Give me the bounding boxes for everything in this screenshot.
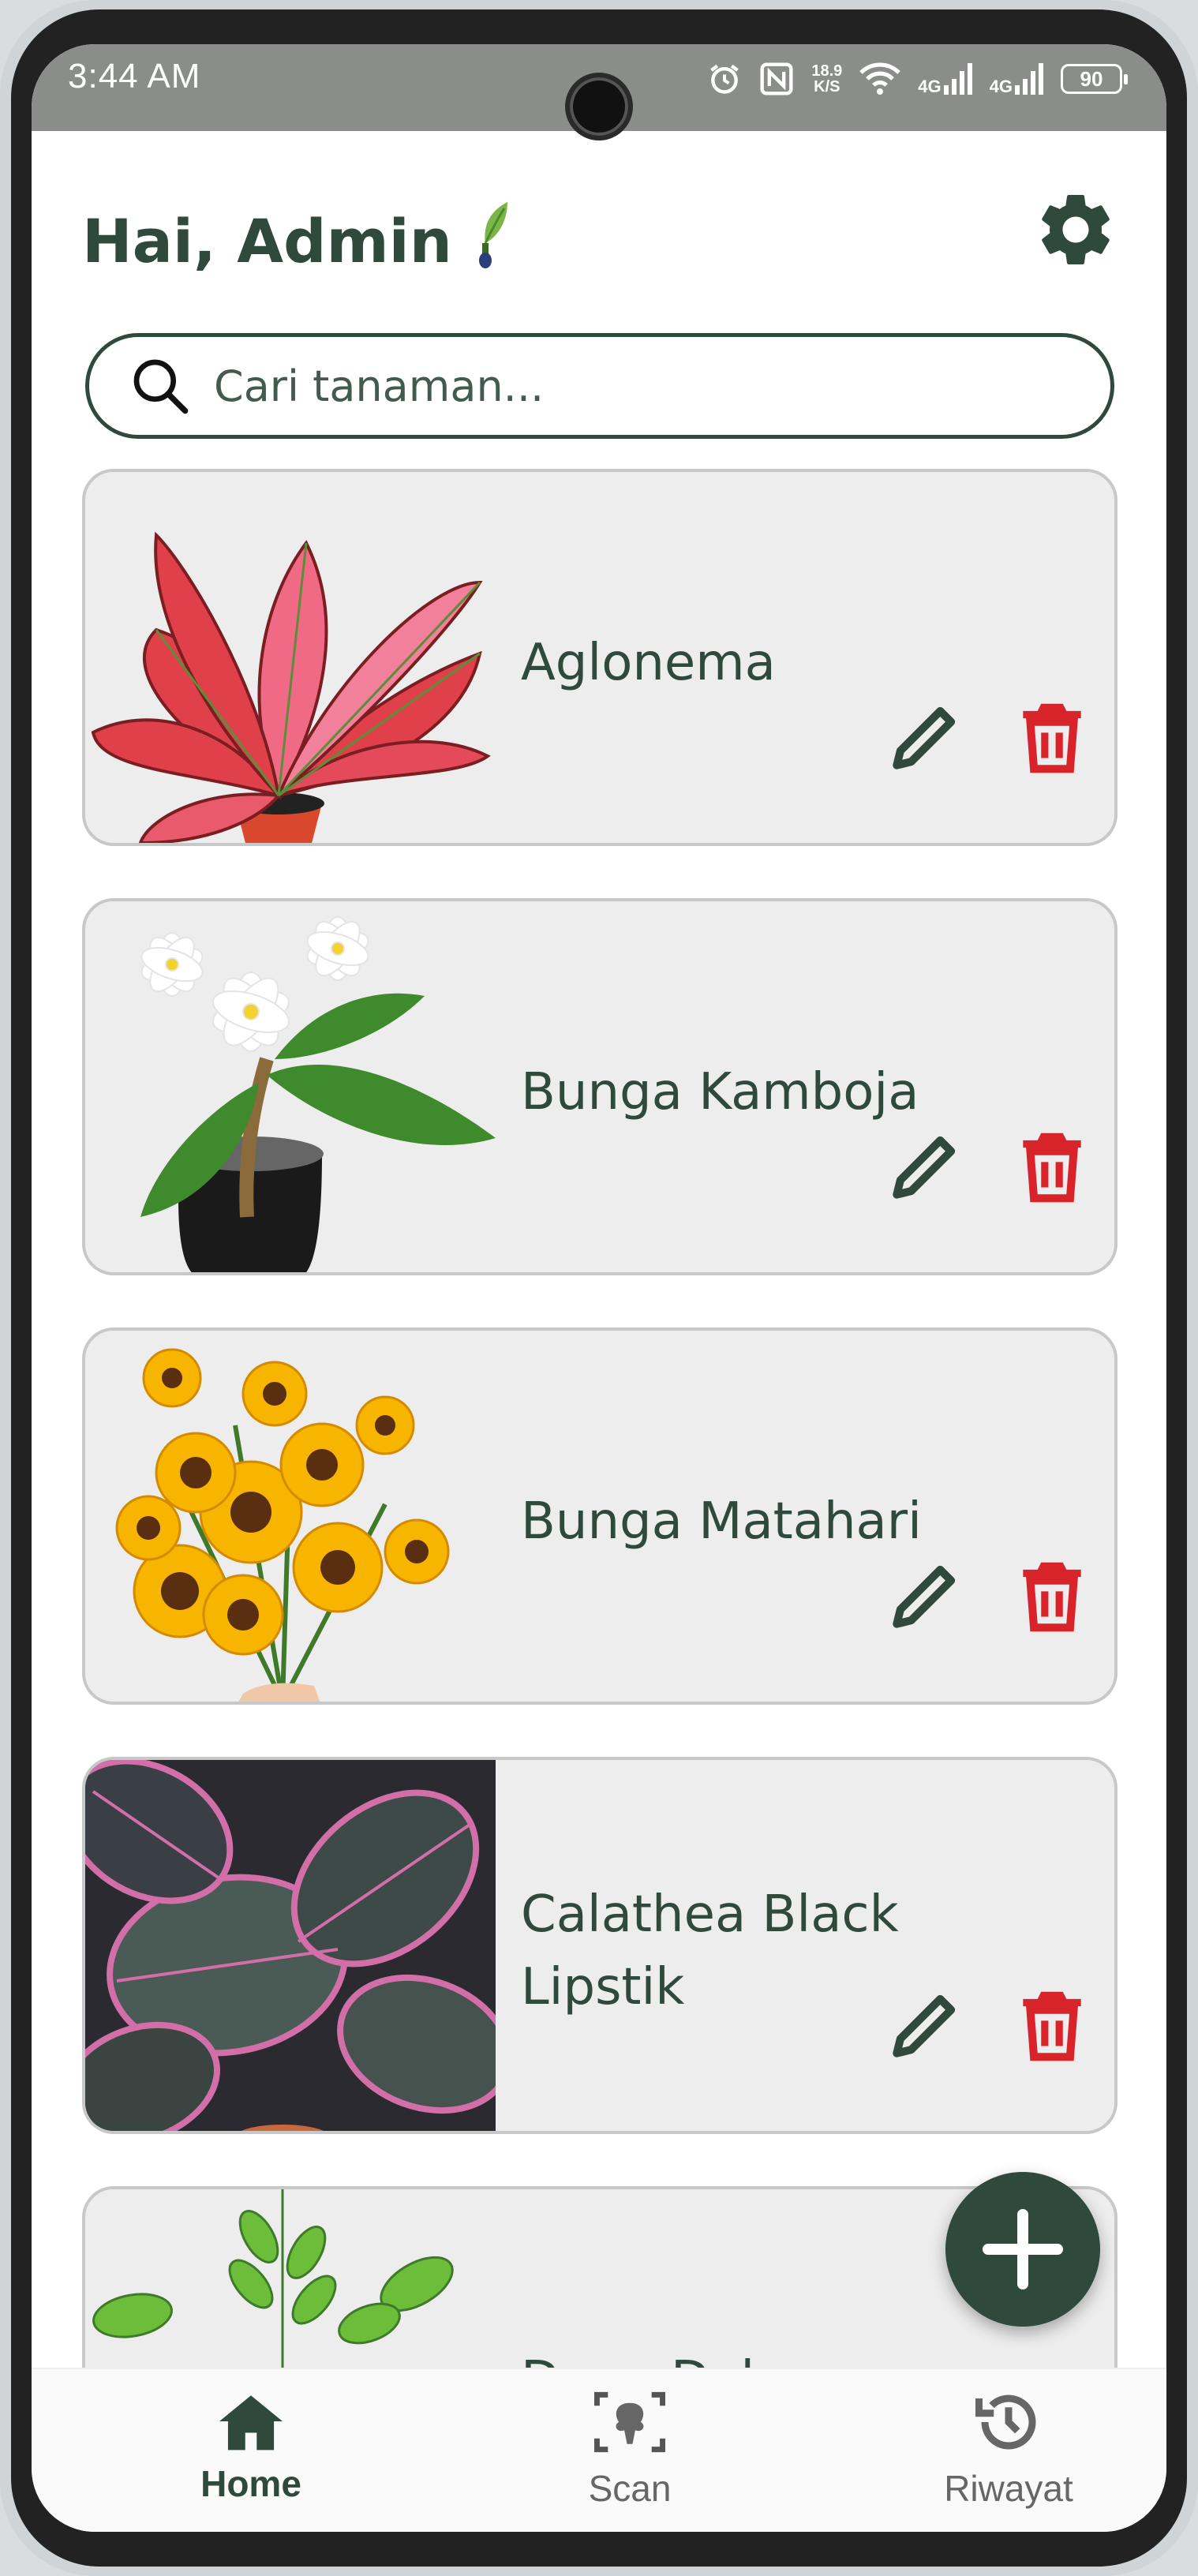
plant-image-calathea (85, 1760, 496, 2131)
signal-2: 4G (990, 63, 1043, 95)
wifi-icon (859, 62, 901, 95)
greeting: Hai, Admin (82, 199, 511, 276)
trash-icon (1023, 1133, 1081, 1203)
pencil-icon (893, 1994, 956, 2057)
front-camera (565, 73, 633, 140)
gear-icon (1042, 194, 1110, 264)
settings-button[interactable] (1032, 186, 1119, 273)
alarm-icon (710, 64, 739, 94)
nav-history-label: Riwayat (944, 2468, 1073, 2509)
pencil-icon (893, 706, 956, 769)
plant-card[interactable]: Calathea Black Lipstik (82, 1757, 1118, 2134)
status-icons: 18.9 K/S 4G 4G 90 (707, 55, 1128, 103)
add-plant-button[interactable] (945, 2172, 1100, 2327)
greeting-text: Hai, Admin (82, 206, 452, 276)
pencil-icon (893, 1565, 956, 1628)
plant-image-aglonema (91, 531, 491, 843)
trash-icon (1023, 1562, 1081, 1632)
home-icon (219, 2395, 283, 2451)
app-screen: 3:44 AM 18.9 K/S 4G 4G 90 Hai, Admin Car… (32, 44, 1166, 2532)
nav-home[interactable]: Home (133, 2383, 369, 2525)
battery-indicator: 90 (1061, 64, 1128, 94)
plant-name: Bunga Matahari (521, 1492, 922, 1551)
status-time: 3:44 AM (68, 57, 201, 95)
plant-sprout-icon (478, 202, 507, 268)
plant-image-kamboja (140, 916, 496, 1272)
nav-scan-label: Scan (588, 2468, 672, 2509)
plant-card[interactable]: Aglonema (82, 469, 1118, 846)
net-speed: 18.9 K/S (811, 63, 842, 95)
plant-card[interactable]: Bunga Matahari (82, 1327, 1118, 1705)
plant-name: Bunga Kamboja (521, 1063, 919, 1121)
edit-button[interactable] (882, 1981, 969, 2068)
delete-button[interactable] (1009, 1981, 1095, 2068)
bottom-navigation: Home Scan Riwayat (32, 2368, 1166, 2532)
trash-icon (1023, 703, 1081, 773)
edit-button[interactable] (882, 1552, 969, 1638)
history-icon (975, 2394, 1036, 2450)
nav-scan[interactable]: Scan (511, 2383, 748, 2525)
edit-button[interactable] (882, 1122, 969, 1209)
signal-2-label: 4G (989, 77, 1013, 96)
delete-button[interactable] (1009, 1552, 1095, 1638)
pencil-icon (893, 1136, 956, 1199)
plant-name: Aglonema (521, 634, 776, 692)
signal-bars-icon (1015, 63, 1043, 95)
nav-home-label: Home (200, 2463, 301, 2504)
plus-icon (983, 2209, 1063, 2290)
plant-image-matahari (115, 1348, 450, 1702)
plant-card[interactable]: Bunga Kamboja (82, 898, 1118, 1275)
edit-button[interactable] (882, 693, 969, 780)
signal-bars-icon (943, 63, 972, 95)
net-speed-value: 18.9 (811, 62, 843, 80)
trash-icon (1023, 1991, 1081, 2061)
signal-1: 4G (918, 63, 972, 95)
search-input[interactable] (214, 361, 1066, 411)
search-bar[interactable] (85, 333, 1114, 439)
delete-button[interactable] (1009, 693, 1095, 780)
scan-icon (594, 2391, 665, 2453)
nfc-icon (760, 62, 793, 95)
nav-history[interactable]: Riwayat (890, 2383, 1127, 2525)
signal-1-label: 4G (918, 77, 942, 96)
net-speed-unit: K/S (814, 78, 840, 95)
delete-button[interactable] (1009, 1122, 1095, 1209)
search-icon (133, 359, 189, 414)
